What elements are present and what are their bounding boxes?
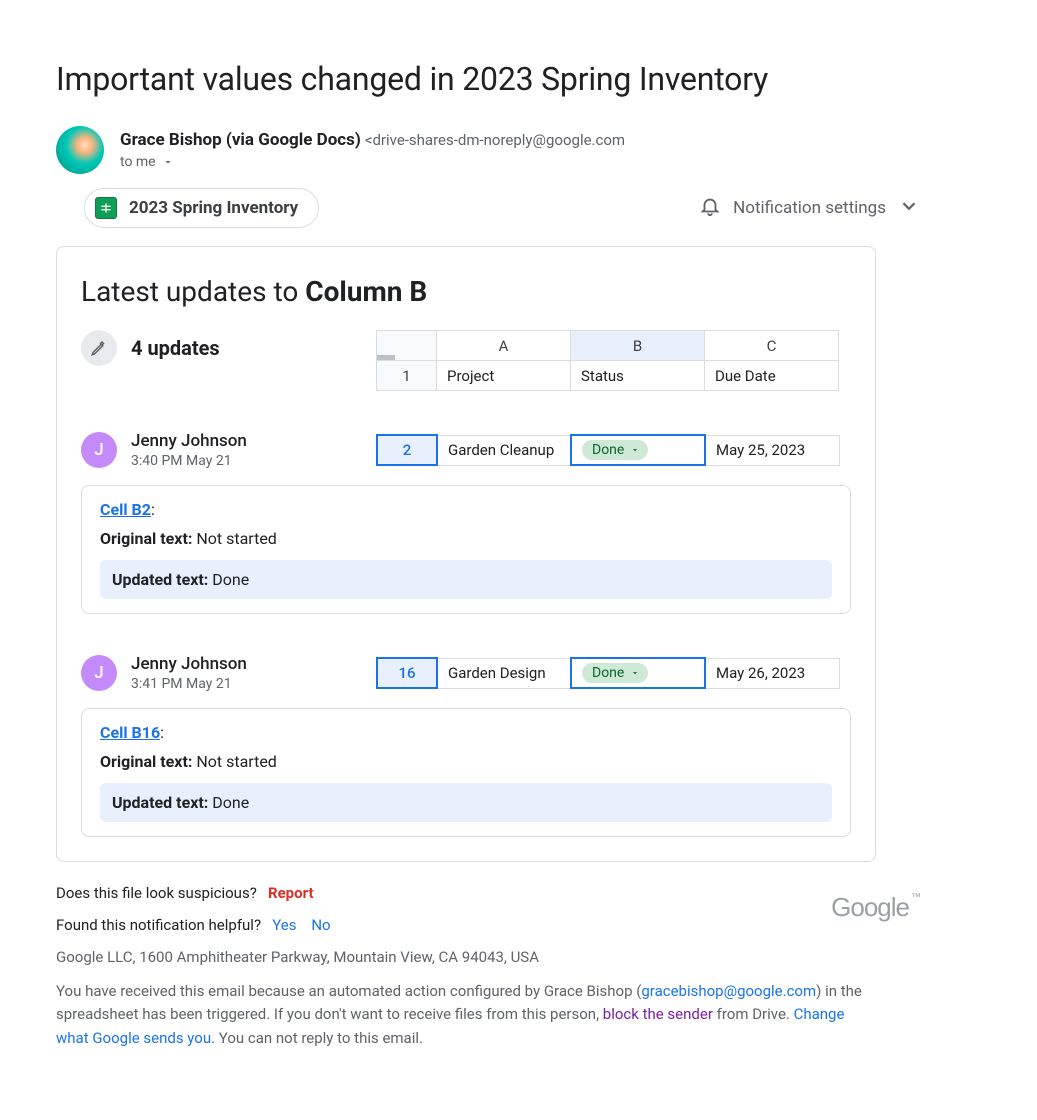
updated-text: Done (212, 793, 249, 812)
header-cell: Status (571, 361, 705, 391)
cell-link[interactable]: Cell B16 (100, 723, 160, 742)
change-card: Cell B2: Original text: Not started Upda… (81, 485, 851, 614)
suspicious-question: Does this file look suspicious? (56, 884, 257, 902)
editor-name: Jenny Johnson (131, 431, 247, 451)
status-pill: Done (582, 663, 648, 683)
recipient-dropdown-icon[interactable] (162, 156, 174, 168)
panel-title: Latest updates to Column B (81, 275, 851, 308)
sender-email: <drive-shares-dm-noreply@google.com (365, 131, 625, 149)
document-chip[interactable]: 2023 Spring Inventory (84, 188, 319, 228)
cell-project: Garden Design (437, 658, 571, 688)
original-text: Not started (196, 529, 277, 548)
helpful-no-link[interactable]: No (311, 916, 330, 934)
sheets-icon (95, 197, 117, 219)
cell-status: Done (571, 435, 705, 465)
sender-email-link[interactable]: gracebishop@google.com (641, 982, 816, 1000)
email-footer: Google™ Does this file look suspicious? … (56, 884, 876, 1050)
editor-timestamp: 3:40 PM May 21 (131, 453, 247, 469)
block-sender-link[interactable]: block the sender (603, 1005, 713, 1023)
report-link[interactable]: Report (268, 884, 314, 902)
header-cell: Due Date (705, 361, 839, 391)
row-number: 1 (377, 361, 437, 391)
helpful-yes-link[interactable]: Yes (272, 916, 296, 934)
cell-duedate: May 25, 2023 (705, 435, 839, 465)
document-chip-label: 2023 Spring Inventory (129, 198, 298, 218)
row-number: 16 (377, 658, 437, 688)
bell-icon (699, 195, 721, 222)
sender-avatar (56, 126, 104, 174)
updates-count: 4 updates (131, 336, 220, 360)
editor-avatar: J (81, 432, 117, 468)
footer-body: You have received this email because an … (56, 980, 876, 1050)
sender-row: Grace Bishop (via Google Docs) <drive-sh… (56, 126, 940, 174)
original-text: Not started (196, 752, 277, 771)
sender-name: Grace Bishop (via Google Docs) (120, 130, 361, 150)
cell-link[interactable]: Cell B2 (100, 500, 151, 519)
cell-status: Done (571, 658, 705, 688)
row-number: 2 (377, 435, 437, 465)
header-cell: Project (437, 361, 571, 391)
update-block: J Jenny Johnson 3:40 PM May 21 2 Garden … (81, 431, 851, 614)
cell-project: Garden Cleanup (437, 435, 571, 465)
col-header-b: B (571, 331, 705, 361)
chevron-down-icon (898, 195, 920, 222)
col-header-a: A (437, 331, 571, 361)
recipient-label: to me (120, 154, 156, 170)
editor-avatar: J (81, 655, 117, 691)
col-header-c: C (705, 331, 839, 361)
editor-name: Jenny Johnson (131, 654, 247, 674)
change-row-table: 2 Garden Cleanup Done May 25, 2023 (376, 434, 840, 466)
company-address: Google LLC, 1600 Amphitheater Parkway, M… (56, 948, 876, 966)
update-block: J Jenny Johnson 3:41 PM May 21 16 Garden… (81, 654, 851, 837)
updated-text: Done (212, 570, 249, 589)
cell-duedate: May 26, 2023 (705, 658, 839, 688)
table-corner (377, 331, 437, 361)
change-row-table: 16 Garden Design Done May 26, 2023 (376, 657, 840, 689)
header-table: A B C 1 Project Status Due Date (376, 330, 839, 391)
notification-settings-label: Notification settings (733, 198, 886, 218)
email-subject: Important values changed in 2023 Spring … (56, 60, 940, 98)
pencil-icon (81, 330, 117, 366)
notification-settings-button[interactable]: Notification settings (699, 195, 920, 222)
change-card: Cell B16: Original text: Not started Upd… (81, 708, 851, 837)
helpful-question: Found this notification helpful? (56, 916, 261, 934)
editor-timestamp: 3:41 PM May 21 (131, 676, 247, 692)
updates-panel: Latest updates to Column B 4 updates A B… (56, 246, 876, 862)
status-pill: Done (582, 440, 648, 460)
google-logo: Google™ (831, 892, 920, 923)
